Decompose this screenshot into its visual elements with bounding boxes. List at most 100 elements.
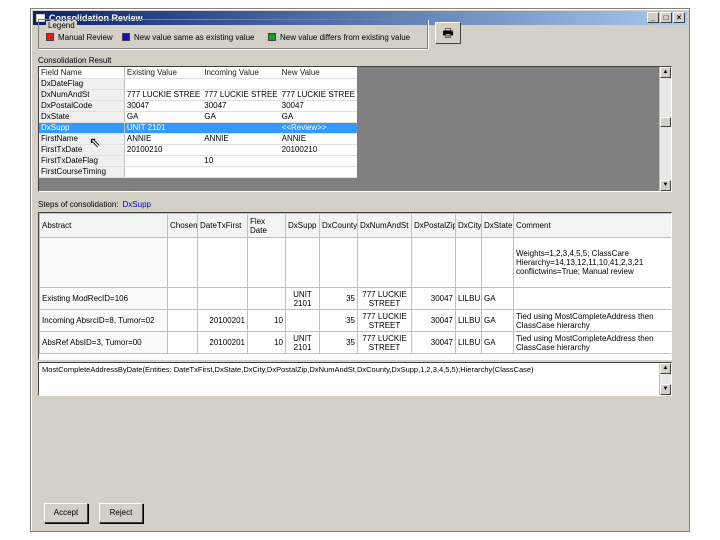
maximize-icon[interactable]: □ (660, 12, 672, 23)
steps-cell (285, 237, 320, 288)
result-cell: 30047 (202, 100, 280, 112)
mouse-cursor-icon: ⇖ (89, 134, 101, 150)
steps-column-header[interactable]: DxNumAndSt (357, 213, 412, 238)
result-cell: FirstTxDateFlag (39, 155, 125, 167)
result-cell: 10 (202, 155, 280, 167)
consolidation-result-grid[interactable]: Field Name Existing Value Incoming Value Ne… (38, 66, 672, 192)
steps-cell: LILBU (455, 287, 482, 310)
steps-cell: 10 (247, 331, 286, 354)
detail-scrollbar[interactable]: ▲ ▼ (659, 363, 671, 395)
result-row[interactable]: FirstTxDate 20100210 20100210 (39, 144, 357, 156)
result-cell (202, 144, 280, 156)
steps-cell (167, 309, 198, 332)
result-cell (202, 166, 280, 178)
result-cell (279, 78, 357, 90)
steps-row[interactable]: AbsRef AbsID=3, Tumor=00 20100201 10 UNIT 2… (39, 331, 671, 354)
minimize-icon[interactable]: _ (647, 12, 659, 23)
steps-cell (197, 237, 248, 288)
steps-cell (455, 237, 482, 288)
steps-column-header[interactable]: DxState (481, 213, 514, 238)
result-cell: DxDateFlag (39, 78, 125, 90)
result-row[interactable]: DxDateFlag (39, 78, 357, 90)
close-icon[interactable]: × (673, 12, 685, 23)
result-column-header[interactable]: Incoming Value (202, 67, 280, 79)
result-row[interactable]: DxNumAndSt 777 LUCKIE STREE 777 LUCKIE STR… (39, 89, 357, 101)
detail-textbox[interactable]: MostCompleteAddressByDate(Entities: Date… (38, 362, 672, 396)
steps-cell (197, 287, 248, 310)
steps-row[interactable]: Weights=1,2,3,4,5,5; ClassCare Hierarchy… (39, 237, 671, 288)
legend-title: Legend (46, 21, 77, 30)
result-cell: 777 LUCKIE STREE (124, 89, 203, 101)
result-cell: FirstName (39, 133, 125, 145)
scroll-down-icon[interactable]: ▼ (660, 180, 671, 191)
printer-icon: 🖶 (442, 26, 454, 40)
print-button[interactable]: 🖶 (435, 22, 461, 44)
steps-field-link[interactable]: DxSupp (123, 200, 151, 209)
result-cell: DxSupp (39, 122, 125, 134)
steps-column-header[interactable]: Abstract (39, 213, 168, 238)
result-cell: 20100210 (124, 144, 203, 156)
steps-cell: AbsRef AbsID=3, Tumor=00 (39, 331, 168, 354)
steps-column-header[interactable]: Comment (513, 213, 671, 238)
steps-column-header[interactable]: DateTxFirst (197, 213, 248, 238)
legend-item-differs-value: New value differs from existing value (268, 33, 410, 43)
manual-review-swatch (46, 33, 54, 41)
steps-cell (285, 309, 320, 332)
steps-label: Steps of consolidation: DxSupp (38, 200, 151, 209)
scroll-up-icon[interactable]: ▲ (660, 67, 671, 78)
result-cell: ANNIE (202, 133, 280, 145)
detail-scroll-up-icon[interactable]: ▲ (660, 363, 671, 374)
steps-cell (357, 237, 412, 288)
steps-grid[interactable]: Abstract Chosen DateTxFirst Flex Date DxSupp… (38, 212, 672, 360)
result-cell: 777 LUCKIE STREE (279, 89, 357, 101)
result-scrollbar[interactable]: ▲ ▼ (659, 67, 671, 191)
steps-cell (319, 237, 358, 288)
steps-cell: UNIT 2101 (285, 287, 320, 310)
steps-cell: 10 (247, 309, 286, 332)
result-row[interactable]: FirstCourseTiming (39, 166, 357, 178)
result-column-header[interactable]: Field Name (39, 67, 125, 79)
accept-button[interactable]: Accept (44, 503, 88, 523)
consolidation-result-label: Consolidation Result (38, 56, 112, 65)
result-cell (202, 78, 280, 90)
steps-column-header[interactable]: DxPostalZip (411, 213, 456, 238)
steps-column-header[interactable]: DxCounty (319, 213, 358, 238)
result-column-header[interactable]: New Value (279, 67, 357, 79)
result-cell: 20100210 (279, 144, 357, 156)
result-row[interactable]: DxPostalCode 30047 30047 30047 (39, 100, 357, 112)
result-cell: UNIT 2101 (124, 122, 203, 134)
result-cell (279, 155, 357, 167)
result-column-header[interactable]: Existing Value (124, 67, 203, 79)
result-row[interactable]: FirstTxDateFlag 10 (39, 155, 357, 167)
steps-cell (39, 237, 168, 288)
steps-row[interactable]: Existing ModRecID=106 UNIT 2101 35 777 LUCK… (39, 287, 671, 310)
steps-column-header[interactable]: DxCity (455, 213, 482, 238)
steps-column-header[interactable]: Chosen (167, 213, 198, 238)
steps-cell (247, 287, 286, 310)
result-row[interactable]: DxSupp UNIT 2101 <<Review>> (39, 122, 357, 134)
steps-cell: 777 LUCKIE STREET (357, 331, 412, 354)
result-row[interactable]: DxState GA GA GA (39, 111, 357, 123)
reject-button[interactable]: Reject (99, 503, 143, 523)
steps-cell (247, 237, 286, 288)
steps-column-header[interactable]: Flex Date (247, 213, 286, 238)
steps-cell: Tied using MostCompleteAddress then Clas… (513, 331, 671, 354)
legend-item-same-value: New value same as existing value (122, 33, 255, 43)
steps-cell: 30047 (411, 309, 456, 332)
steps-column-header[interactable]: DxSupp (285, 213, 320, 238)
steps-row[interactable]: Incoming AbsrcID=8, Tumor=02 20100201 10 35… (39, 309, 671, 332)
detail-scroll-down-icon[interactable]: ▼ (660, 384, 671, 395)
steps-cell: LILBU (455, 309, 482, 332)
steps-cell: 35 (319, 309, 358, 332)
result-cell: 30047 (279, 100, 357, 112)
result-cell: DxState (39, 111, 125, 123)
steps-cell (481, 237, 514, 288)
result-cell (202, 122, 280, 134)
result-cell: GA (124, 111, 203, 123)
steps-cell: 35 (319, 331, 358, 354)
result-row[interactable]: FirstName ANNIE ANNIE ANNIE (39, 133, 357, 145)
detail-text: MostCompleteAddressByDate(Entities: Date… (42, 365, 534, 374)
steps-cell: 20100201 (197, 331, 248, 354)
steps-cell: 777 LUCKIE STREET (357, 287, 412, 310)
scroll-thumb[interactable] (660, 117, 671, 127)
